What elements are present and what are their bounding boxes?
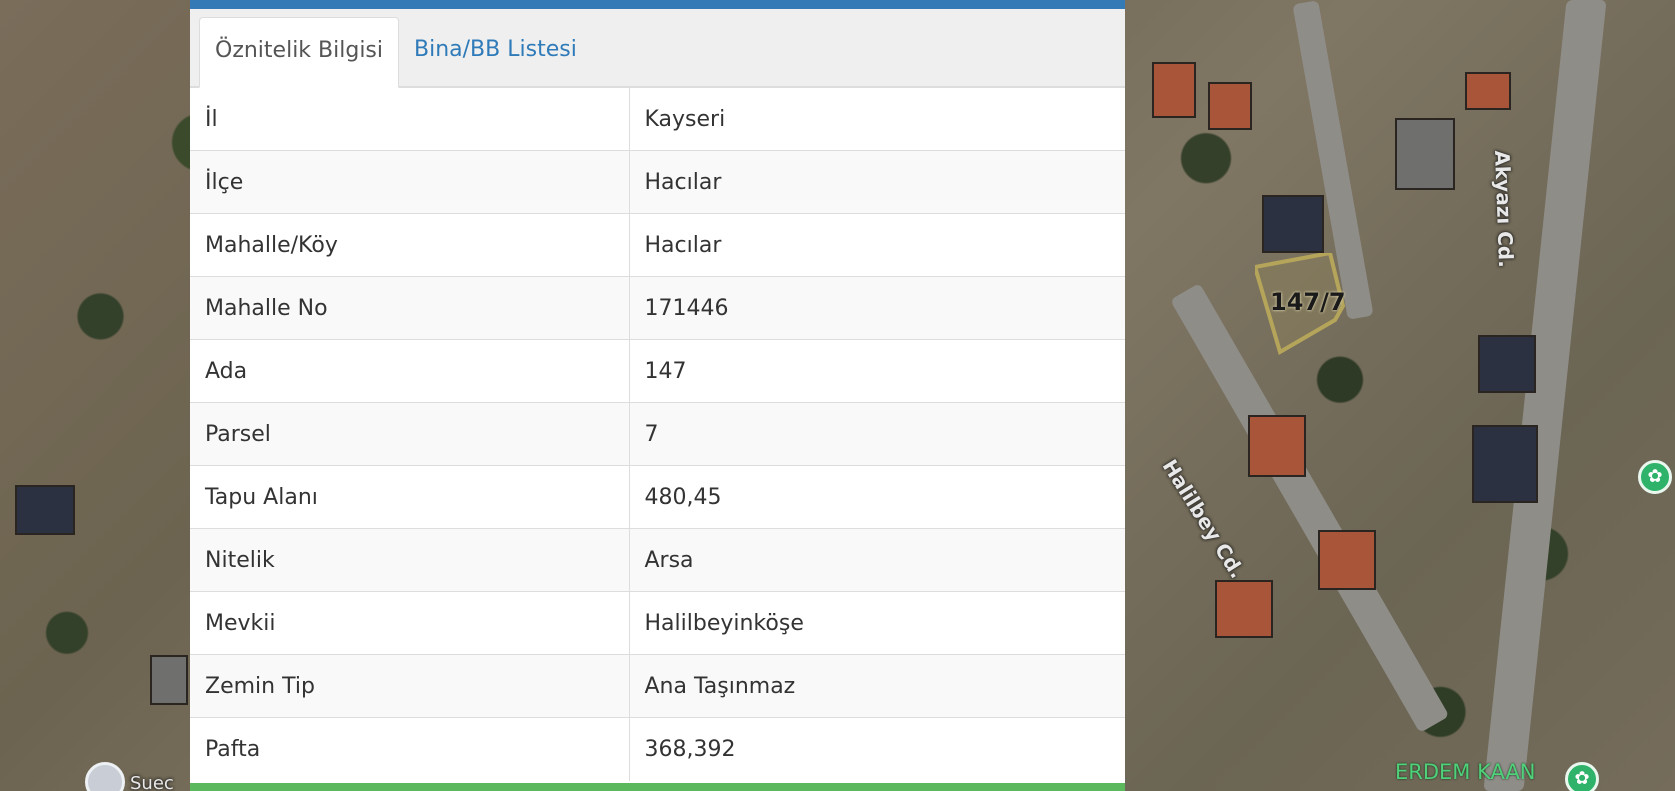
table-row: İlçe Hacılar [190, 150, 1125, 214]
table-row: Nitelik Arsa [190, 528, 1125, 592]
row-label: İlçe [190, 150, 630, 214]
row-value: 171446 [629, 276, 1125, 340]
poi-flower-icon[interactable]: ✿ [1638, 460, 1672, 494]
building [1465, 72, 1511, 110]
building [1478, 335, 1536, 393]
building [15, 485, 75, 535]
table-row: Mevkii Halilbeyinköşe [190, 591, 1125, 655]
map-partial-label: Suec [130, 773, 174, 791]
poi-flower-icon[interactable]: ✿ [1565, 762, 1599, 791]
row-value: 368,392 [629, 717, 1125, 781]
row-value: Ana Taşınmaz [629, 654, 1125, 718]
parcel-label: 147/7 [1270, 288, 1346, 316]
table-row: Zemin Tip Ana Taşınmaz [190, 654, 1125, 718]
row-value: Hacılar [629, 150, 1125, 214]
building [1262, 195, 1324, 253]
building [1152, 62, 1196, 118]
parcel-info-panel: Öznitelik Bilgisi Bina/BB Listesi İl Kayse… [190, 0, 1125, 791]
building [1248, 415, 1306, 477]
row-label: Mahalle No [190, 276, 630, 340]
table-row: Tapu Alanı 480,45 [190, 465, 1125, 529]
row-value: Hacılar [629, 213, 1125, 277]
row-value: 147 [629, 339, 1125, 403]
row-label: Nitelik [190, 528, 630, 592]
table-row: Pafta 368,392 [190, 717, 1125, 781]
tab-bina-bb-listesi[interactable]: Bina/BB Listesi [399, 17, 592, 87]
panel-tabs: Öznitelik Bilgisi Bina/BB Listesi [190, 9, 1125, 88]
row-label: Tapu Alanı [190, 465, 630, 529]
row-value: 7 [629, 402, 1125, 466]
road-label-akyazi: Akyazı Cd. [1490, 150, 1519, 269]
row-value: 480,45 [629, 465, 1125, 529]
table-row: İl Kayseri [190, 87, 1125, 151]
row-label: Mahalle/Köy [190, 213, 630, 277]
row-value: Halilbeyinköşe [629, 591, 1125, 655]
row-value: Arsa [629, 528, 1125, 592]
table-row: Mahalle No 171446 [190, 276, 1125, 340]
building [1318, 530, 1376, 590]
row-label: Mevkii [190, 591, 630, 655]
tab-oznitelik-bilgisi[interactable]: Öznitelik Bilgisi [199, 17, 400, 88]
poi-label[interactable]: ERDEM KAAN [1395, 760, 1536, 784]
row-label: Parsel [190, 402, 630, 466]
row-value: Kayseri [629, 87, 1125, 151]
building [1395, 118, 1455, 190]
table-row: Parsel 7 [190, 402, 1125, 466]
table-row: Mahalle/Köy Hacılar [190, 213, 1125, 277]
building [1208, 82, 1252, 130]
row-label: Zemin Tip [190, 654, 630, 718]
row-label: Ada [190, 339, 630, 403]
building [1472, 425, 1538, 503]
building [1215, 580, 1273, 638]
attribute-table: İl Kayseri İlçe Hacılar Mahalle/Köy Hacılar… [190, 87, 1125, 781]
row-label: Pafta [190, 717, 630, 781]
panel-footer-bar [190, 783, 1125, 791]
table-row: Ada 147 [190, 339, 1125, 403]
building [150, 655, 188, 705]
row-label: İl [190, 87, 630, 151]
